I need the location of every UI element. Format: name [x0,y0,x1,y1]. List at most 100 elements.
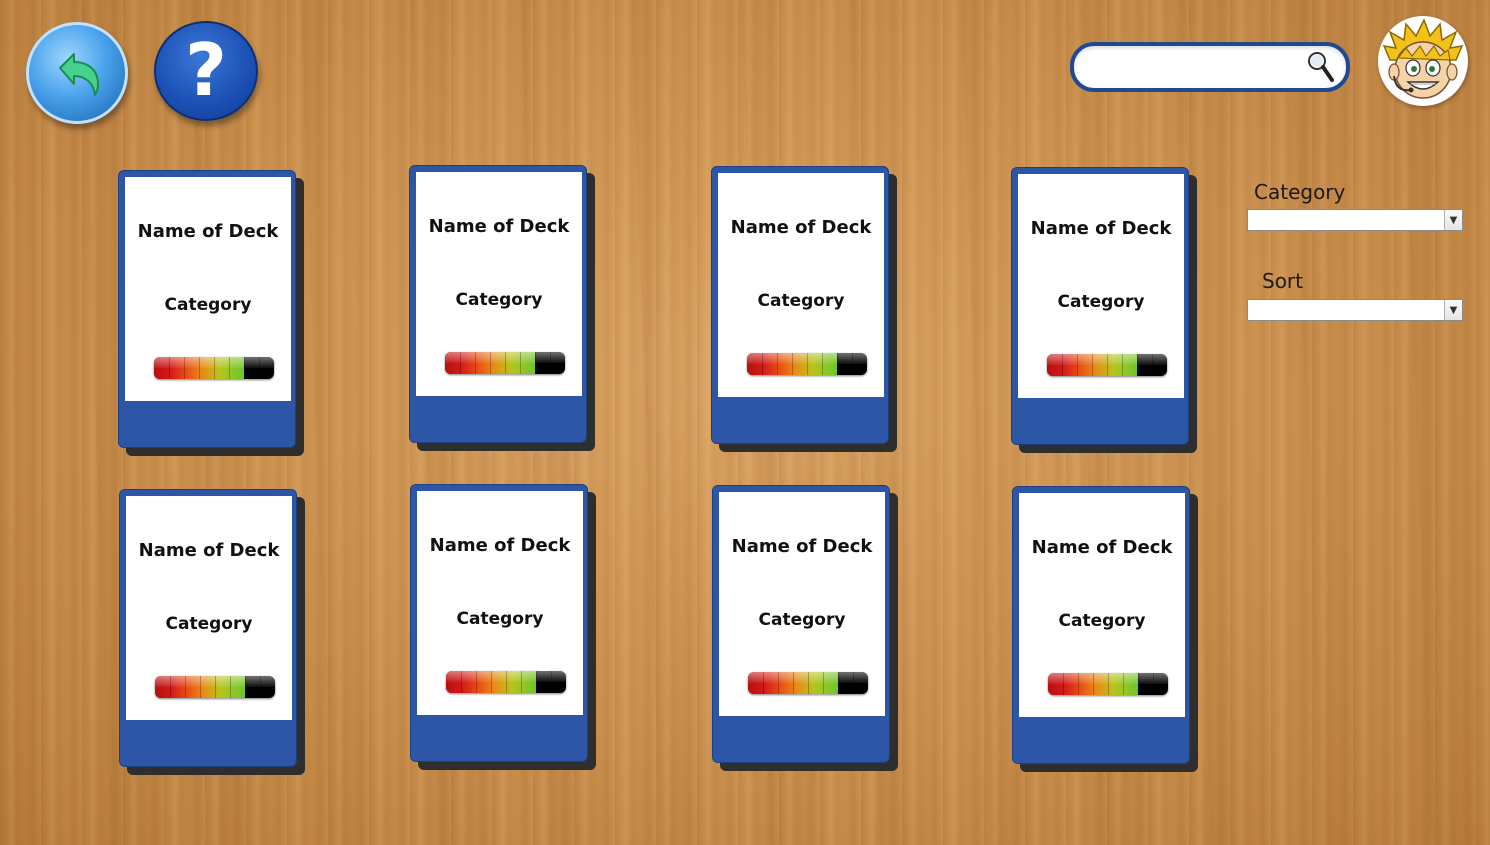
progress-segment-divider [1062,354,1063,376]
progress-segment-divider [808,672,809,694]
deck-card[interactable]: Name of Deck Category [712,485,898,771]
chevron-down-icon[interactable]: ▼ [1444,300,1462,320]
progress-segment-divider [476,671,477,693]
progress-segment-divider [1138,673,1139,695]
progress-segment-divider [1123,673,1124,695]
progress-segment-divider [230,676,231,698]
deck-name: Name of Deck [138,540,280,561]
deck-card[interactable]: Name of Deck Category [118,170,304,456]
category-filter-label: Category [1254,180,1346,204]
progress-segment-divider [1153,673,1154,695]
progress-segment-divider [853,672,854,694]
category-select[interactable]: ▼ [1247,209,1463,231]
progress-segment-divider [852,353,853,375]
deck-name: Name of Deck [428,216,570,237]
progress-segment-divider [505,352,506,374]
progress-segment-divider [822,353,823,375]
progress-segment-divider [1092,354,1093,376]
progress-segment-divider [1063,673,1064,695]
progress-segment-divider [244,357,245,379]
progress-segment-divider [214,357,215,379]
sort-select[interactable]: ▼ [1247,299,1463,321]
progress-segment-divider [535,352,536,374]
progress-segment-divider [1108,673,1109,695]
sort-filter-label: Sort [1262,269,1303,293]
progress-segment-divider [184,357,185,379]
help-label: ? [185,28,227,112]
progress-segment-divider [1152,354,1153,376]
progress-segment-divider [536,671,537,693]
deck-name: Name of Deck [731,536,873,557]
deck-card[interactable]: Name of Deck Category [410,484,596,770]
deck-progress-bar [154,357,274,379]
deck-progress-bar [747,353,867,375]
progress-segment-divider [1078,673,1079,695]
progress-segment-divider [762,353,763,375]
card-face: Name of Deck Category [719,492,885,716]
progress-segment-divider [1107,354,1108,376]
progress-segment-divider [229,357,230,379]
card-back: Name of Deck Category [410,484,588,762]
deck-card[interactable]: Name of Deck Category [409,165,595,451]
deck-category: Category [1057,292,1145,312]
progress-segment-divider [461,671,462,693]
progress-segment-divider [807,353,808,375]
card-back: Name of Deck Category [712,485,890,763]
deck-category: Category [456,609,544,629]
chevron-down-icon[interactable]: ▼ [1444,210,1462,230]
search-input[interactable] [1092,52,1306,82]
deck-progress-bar [748,672,868,694]
card-face: Name of Deck Category [1019,493,1185,717]
deck-name: Name of Deck [730,217,872,238]
progress-segment-divider [550,352,551,374]
deck-progress-bar [1047,354,1167,376]
deck-category: Category [758,610,846,630]
progress-segment-divider [793,672,794,694]
card-back: Name of Deck Category [119,489,297,767]
deck-category: Category [757,291,845,311]
deck-category: Category [455,290,543,310]
progress-segment-divider [169,357,170,379]
deck-progress-bar [446,671,566,693]
card-back: Name of Deck Category [118,170,296,448]
progress-segment-divider [520,352,521,374]
progress-segment-divider [1122,354,1123,376]
card-back: Name of Deck Category [409,165,587,443]
progress-segment-divider [838,672,839,694]
progress-segment-divider [199,357,200,379]
deck-card[interactable]: Name of Deck Category [711,166,897,452]
progress-segment-divider [490,352,491,374]
card-face: Name of Deck Category [126,496,292,720]
deck-category: Category [164,295,252,315]
progress-segment-divider [506,671,507,693]
progress-segment-divider [837,353,838,375]
progress-segment-divider [491,671,492,693]
deck-card[interactable]: Name of Deck Category [1011,167,1197,453]
search-bar [1070,42,1350,92]
progress-segment-divider [792,353,793,375]
card-face: Name of Deck Category [1018,174,1184,398]
deck-card[interactable]: Name of Deck Category [1012,486,1198,772]
back-arrow-icon [59,53,99,96]
deck-category: Category [1058,611,1146,631]
card-face: Name of Deck Category [718,173,884,397]
progress-segment-divider [215,676,216,698]
deck-progress-bar [445,352,565,374]
card-face: Name of Deck Category [125,177,291,401]
card-face: Name of Deck Category [417,491,583,715]
progress-segment-divider [260,676,261,698]
progress-segment-divider [245,676,246,698]
search-icon[interactable] [1306,50,1336,84]
progress-segment-divider [185,676,186,698]
progress-segment-divider [170,676,171,698]
avatar[interactable] [1378,16,1468,106]
progress-segment-divider [200,676,201,698]
progress-segment-divider [777,353,778,375]
deck-category: Category [165,614,253,634]
progress-segment-divider [1137,354,1138,376]
deck-card[interactable]: Name of Deck Category [119,489,305,775]
deck-name: Name of Deck [137,221,279,242]
progress-segment-divider [460,352,461,374]
help-button[interactable]: ? [154,21,258,121]
back-button[interactable] [26,22,128,124]
